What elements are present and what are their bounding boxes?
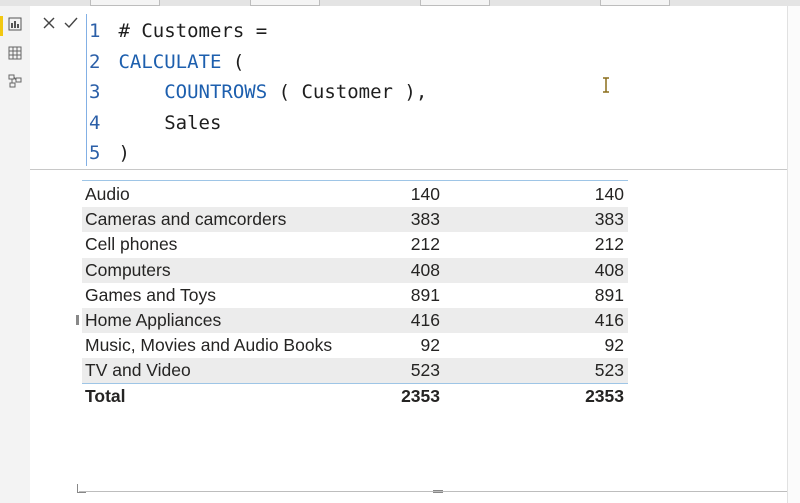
code-text: ) xyxy=(107,142,130,164)
total-value-2: 2353 xyxy=(585,386,624,406)
value-cell-2: 212 xyxy=(594,234,624,255)
total-label: Total xyxy=(85,386,126,406)
code-line[interactable]: 2 CALCULATE ( xyxy=(89,47,244,77)
value-cell-1: 408 xyxy=(410,259,440,280)
line-number: 5 xyxy=(89,142,101,164)
table-row[interactable]: Cameras and camcorders 383 383 xyxy=(82,207,628,233)
line-number: 3 xyxy=(89,81,101,103)
value-cell-2: 891 xyxy=(594,284,624,305)
value-cell-1: 212 xyxy=(410,234,440,255)
value-cell-2: 523 xyxy=(594,360,624,381)
code-line[interactable]: 5 ) xyxy=(89,138,130,168)
active-view-indicator xyxy=(0,16,3,36)
category-cell: Home Appliances xyxy=(85,310,222,330)
close-icon[interactable] xyxy=(40,14,58,32)
value-cell-1: 523 xyxy=(410,360,440,381)
dax-keyword: CALCULATE xyxy=(107,50,222,73)
value-cell-1: 92 xyxy=(420,335,440,356)
text-cursor-icon xyxy=(603,77,609,93)
category-cell: Audio xyxy=(85,184,130,204)
code-line[interactable]: 4 Sales xyxy=(89,108,221,138)
code-line[interactable]: 3 COUNTROWS ( Customer ), xyxy=(89,77,427,107)
table-header-line xyxy=(82,180,628,181)
category-cell: Cell phones xyxy=(85,234,178,255)
value-cell-1: 140 xyxy=(410,184,440,204)
code-text: ( Customer ), xyxy=(267,81,428,103)
value-cell-2: 383 xyxy=(594,209,624,230)
category-cell: Computers xyxy=(85,259,171,280)
line-number: 1 xyxy=(89,20,101,42)
value-cell-2: 92 xyxy=(604,335,624,356)
value-cell-2: 408 xyxy=(594,259,624,280)
report-view-icon[interactable] xyxy=(8,17,22,31)
editor-gutter-line xyxy=(86,14,87,166)
category-cell: Cameras and camcorders xyxy=(85,209,287,230)
category-cell: TV and Video xyxy=(85,360,191,381)
category-cell: Music, Movies and Audio Books xyxy=(85,335,333,356)
table-row[interactable]: Cell phones 212 212 xyxy=(82,232,628,257)
view-rail xyxy=(0,6,31,503)
total-value-1: 2353 xyxy=(401,386,440,406)
category-cell: Games and Toys xyxy=(85,284,216,305)
value-cell-2: 416 xyxy=(594,310,624,330)
table-row[interactable]: TV and Video 523 523 xyxy=(82,358,628,384)
formula-commit-controls xyxy=(34,14,84,32)
frame-bottom-border xyxy=(79,491,795,492)
code-text: ( xyxy=(221,50,245,73)
data-view-icon[interactable] xyxy=(8,46,22,60)
model-view-icon[interactable] xyxy=(8,74,22,88)
table-row[interactable]: Games and Toys 891 891 xyxy=(82,283,628,308)
code-text: Sales xyxy=(107,111,222,134)
line-number: 4 xyxy=(89,111,101,134)
value-cell-1: 383 xyxy=(410,209,440,230)
resize-handle-left[interactable] xyxy=(76,315,79,325)
table-row[interactable]: Audio 140 140 xyxy=(82,182,628,207)
code-line[interactable]: 1 # Customers = xyxy=(89,16,267,46)
value-cell-1: 416 xyxy=(410,310,440,330)
value-cell-2: 140 xyxy=(594,184,624,204)
dax-keyword: COUNTROWS xyxy=(164,81,268,103)
value-cell-1: 891 xyxy=(410,284,440,305)
right-pane-edge xyxy=(787,6,800,503)
table-row[interactable]: Home Appliances 416 416 xyxy=(82,308,628,333)
check-icon[interactable] xyxy=(62,14,80,32)
code-text: # Customers = xyxy=(107,20,268,42)
table-row[interactable]: Computers 408 408 xyxy=(82,257,628,283)
line-number: 2 xyxy=(89,50,101,73)
table-row[interactable]: Music, Movies and Audio Books 92 92 xyxy=(82,333,628,358)
total-row: Total 2353 2353 xyxy=(82,384,628,409)
